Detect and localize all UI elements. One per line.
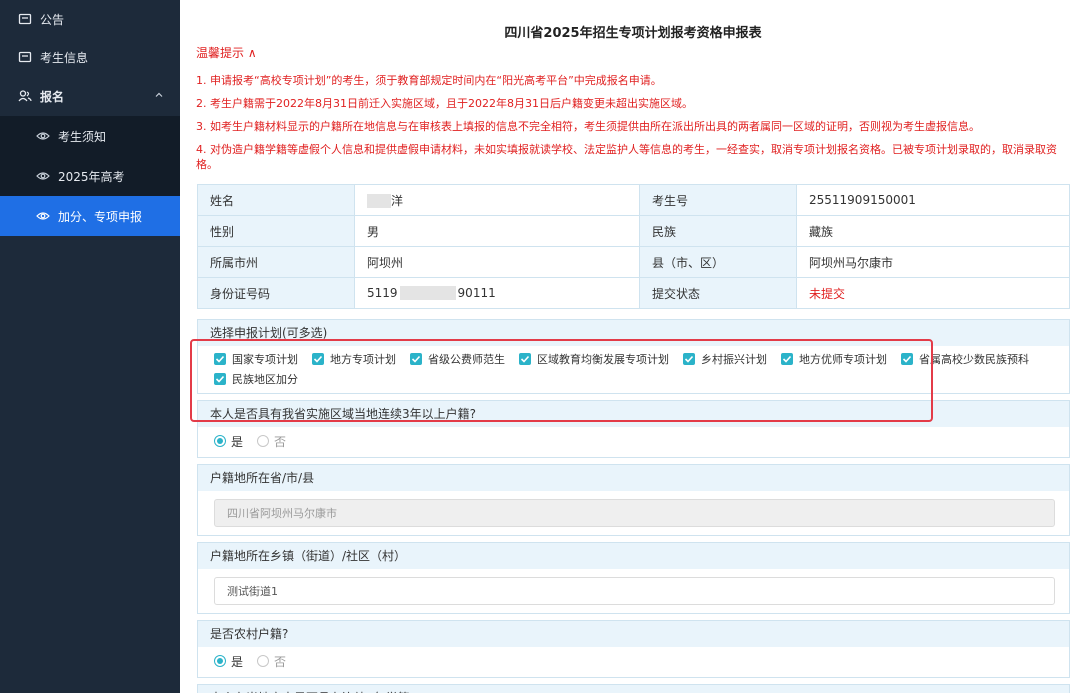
sidebar-item-gaokao-2025[interactable]: 2025年高考	[0, 156, 180, 196]
eye-icon	[36, 129, 50, 143]
redaction-mask	[399, 286, 456, 301]
sidebar-item-bonus-special[interactable]: 加分、专项申报	[0, 196, 180, 236]
sidebar-item-announcement[interactable]: 公告	[0, 0, 180, 38]
table-row: 所属市州 阿坝州 县（市、区） 阿坝州马尔康市	[197, 246, 1070, 278]
radio-dot	[214, 655, 226, 667]
users-icon	[18, 89, 32, 103]
value-city: 阿坝州	[354, 246, 640, 278]
value-gender: 男	[354, 215, 640, 247]
eye-icon	[36, 209, 50, 223]
label-exam-number: 考生号	[639, 184, 797, 216]
tip-2: 2. 考生户籍需于2022年8月31日前迁入实施区域，且于2022年8月31日后…	[196, 97, 693, 110]
rural-hukou-radio-group: 是 否	[214, 651, 1053, 671]
hukou-location-question: 户籍地所在省/市/县	[198, 465, 1069, 491]
chevron-up-icon	[154, 89, 164, 103]
radio-yes[interactable]: 是	[214, 653, 243, 670]
sidebar-item-label: 考生信息	[40, 50, 89, 65]
sidebar-group-registration[interactable]: 报名	[0, 76, 180, 116]
value-id-number: 5119 90111	[354, 277, 640, 309]
school-record-section: 本人在当地高中是否具有连续3年学籍?	[197, 684, 1070, 693]
tips-toggle[interactable]: 温馨提示 ∧	[196, 44, 1070, 60]
school-record-question: 本人在当地高中是否具有连续3年学籍?	[198, 685, 1069, 693]
radio-dot	[257, 655, 270, 667]
value-submit-status: 未提交	[796, 277, 1070, 309]
label-name: 姓名	[197, 184, 355, 216]
announcement-icon	[18, 12, 32, 26]
sidebar-item-exam-notice[interactable]: 考生须知	[0, 116, 180, 156]
table-row: 身份证号码 5119 90111 提交状态 未提交	[197, 277, 1070, 309]
highlight-annotation	[190, 339, 933, 422]
label-city: 所属市州	[197, 246, 355, 278]
radio-dot	[257, 435, 270, 447]
tip-4: 4. 对伪造户籍学籍等虚假个人信息和提供虚假申请材料，未如实填报就读学校、法定监…	[196, 143, 1057, 171]
sidebar-item-profile[interactable]: 考生信息	[0, 38, 180, 76]
rural-hukou-question: 是否农村户籍?	[198, 621, 1069, 647]
radio-dot	[214, 435, 226, 447]
sidebar-group-label: 报名	[40, 89, 65, 104]
table-row: 性别 男 民族 藏族	[197, 215, 1070, 247]
applicant-info-table: 姓名 洋 考生号 25511909150001 性别 男 民族 藏族 所属市州 …	[197, 184, 1070, 309]
sidebar-submenu: 考生须知 2025年高考 加分、专项申报	[0, 116, 180, 236]
page-title: 四川省2025年招生专项计划报考资格申报表	[504, 26, 762, 41]
value-name: 洋	[354, 184, 640, 216]
label-ethnicity: 民族	[639, 215, 797, 247]
radio-no[interactable]: 否	[257, 433, 286, 450]
value-exam-number: 25511909150001	[796, 184, 1070, 216]
hukou-3year-radio-group: 是 否	[214, 431, 1053, 451]
label-submit-status: 提交状态	[639, 277, 797, 309]
eye-icon	[36, 169, 50, 183]
profile-icon	[18, 50, 32, 64]
label-gender: 性别	[197, 215, 355, 247]
hukou-location-section: 户籍地所在省/市/县 四川省阿坝州马尔康市	[197, 464, 1070, 536]
sidebar: 公告 考生信息 报名 考生须知 2025年高考 加分、专项申报	[0, 0, 180, 693]
label-county: 县（市、区）	[639, 246, 797, 278]
redaction-mask	[367, 194, 391, 208]
value-ethnicity: 藏族	[796, 215, 1070, 247]
table-row: 姓名 洋 考生号 25511909150001	[197, 184, 1070, 216]
sidebar-item-label: 考生须知	[58, 129, 107, 144]
hukou-town-section: 户籍地所在乡镇（街道）/社区（村） 测试街道1	[197, 542, 1070, 614]
radio-yes[interactable]: 是	[214, 433, 243, 450]
label-id-number: 身份证号码	[197, 277, 355, 309]
rural-hukou-section: 是否农村户籍? 是 否	[197, 620, 1070, 678]
value-county: 阿坝州马尔康市	[796, 246, 1070, 278]
sidebar-item-label: 2025年高考	[58, 169, 125, 184]
radio-no[interactable]: 否	[257, 653, 286, 670]
hukou-town-question: 户籍地所在乡镇（街道）/社区（村）	[198, 543, 1069, 569]
tip-1: 1. 申请报考“高校专项计划”的考生，须于教育部规定时间内在“阳光高考平台”中完…	[196, 74, 662, 87]
hukou-location-field[interactable]: 四川省阿坝州马尔康市	[214, 499, 1055, 527]
hukou-town-field[interactable]: 测试街道1	[214, 577, 1055, 605]
sidebar-item-label: 公告	[40, 12, 65, 27]
tip-3: 3. 如考生户籍材料显示的户籍所在地信息与在审核表上填报的信息不完全相符，考生须…	[196, 120, 980, 133]
sidebar-item-label: 加分、专项申报	[58, 209, 143, 224]
